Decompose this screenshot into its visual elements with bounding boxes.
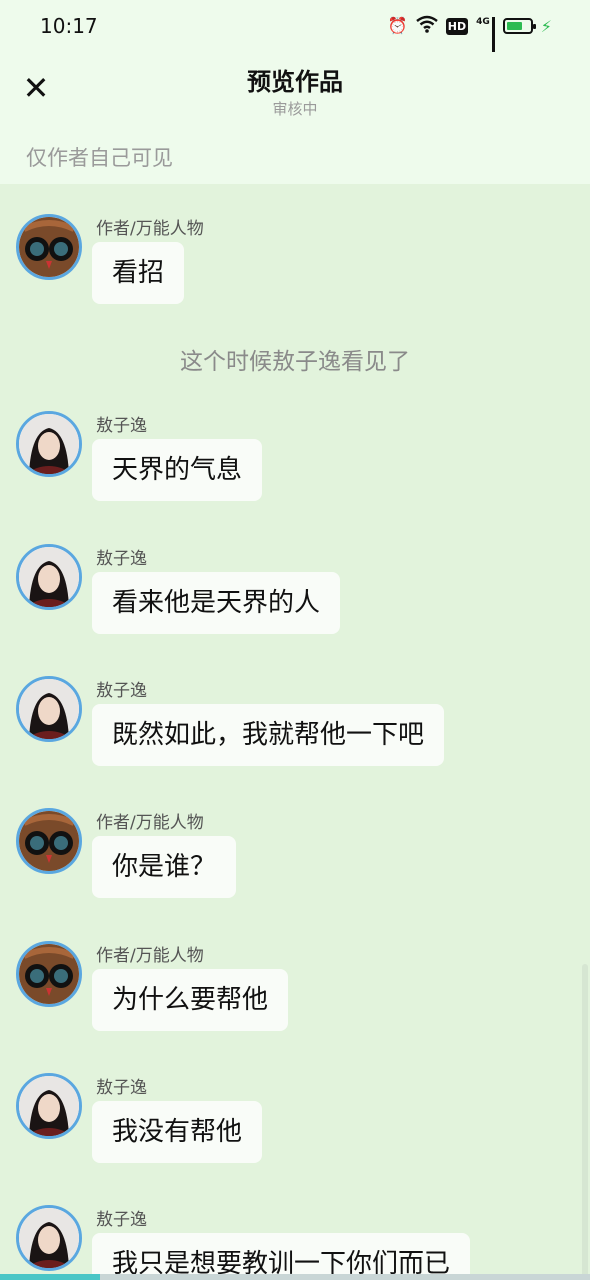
narration-text: 这个时候敖子逸看见了	[180, 349, 410, 375]
bottom-progress-bar	[0, 1274, 590, 1280]
review-status: 审核中	[272, 100, 318, 118]
header: ✕ 预览作品 审核中 仅作者自己可见	[0, 52, 590, 184]
signal-icon: 4G	[476, 17, 495, 62]
hd-icon: HD	[445, 17, 469, 35]
scrollbar[interactable]	[582, 964, 588, 1280]
battery-icon	[502, 18, 536, 34]
message-bubble[interactable]: 天界的气息	[92, 439, 263, 501]
chat-area[interactable]: 作者/万能人物 看招 这个时候敖子逸看见了 敖子逸 天界的气息 敖子逸 看来他是…	[0, 184, 590, 1280]
status-icons: ⏰ HD 4G ⚡	[387, 15, 552, 62]
message-bubble[interactable]: 我没有帮他	[92, 1101, 263, 1163]
speaker-name: 敖子逸	[96, 416, 147, 436]
speaker-name: 作者/万能人物	[96, 219, 204, 239]
message-bubble[interactable]: 为什么要帮他	[92, 969, 289, 1031]
network-label: 4G	[476, 17, 490, 27]
message-bubble[interactable]: 既然如此，我就帮他一下吧	[92, 704, 445, 766]
status-time: 10:17	[40, 14, 98, 38]
charging-icon: ⚡	[540, 16, 552, 36]
person-avatar[interactable]	[16, 676, 82, 742]
speaker-name: 敖子逸	[96, 1210, 147, 1230]
speaker-name: 作者/万能人物	[96, 813, 204, 833]
message-bubble[interactable]: 看招	[92, 242, 185, 304]
person-avatar[interactable]	[16, 1073, 82, 1139]
alarm-icon: ⏰	[387, 16, 408, 35]
visibility-note: 仅作者自己可见	[26, 146, 173, 170]
page-title: 预览作品	[247, 68, 343, 96]
owl-avatar[interactable]	[16, 941, 82, 1007]
owl-avatar[interactable]	[16, 214, 82, 280]
person-avatar[interactable]	[16, 1205, 82, 1271]
message-bubble[interactable]: 我只是想要教训一下你们而已	[92, 1233, 471, 1280]
person-avatar[interactable]	[16, 411, 82, 477]
speaker-name: 敖子逸	[96, 1078, 147, 1098]
message-bubble[interactable]: 你是谁？	[92, 836, 237, 898]
status-bar: 10:17 ⏰ HD 4G ⚡	[0, 0, 590, 62]
speaker-name: 敖子逸	[96, 681, 147, 701]
speaker-name: 作者/万能人物	[96, 946, 204, 966]
speaker-name: 敖子逸	[96, 549, 147, 569]
person-avatar[interactable]	[16, 544, 82, 610]
message-bubble[interactable]: 看来他是天界的人	[92, 572, 341, 634]
wifi-icon	[415, 15, 438, 37]
owl-avatar[interactable]	[16, 808, 82, 874]
